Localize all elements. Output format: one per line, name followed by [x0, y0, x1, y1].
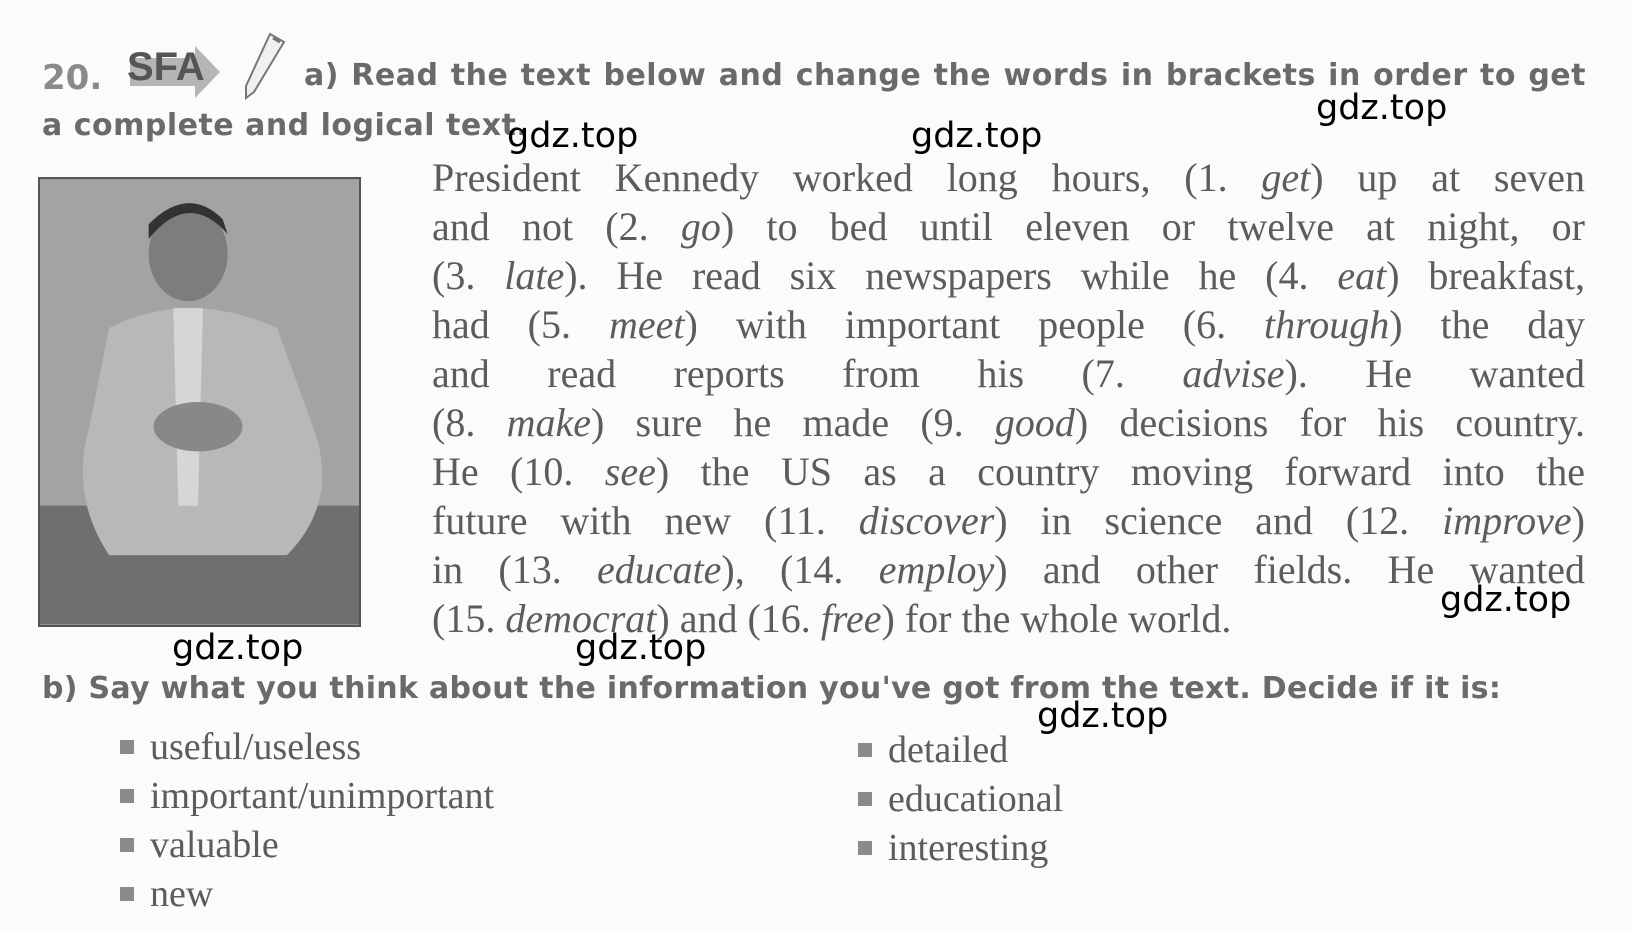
- bracket-word: see: [604, 449, 656, 494]
- bracket-word: get: [1261, 155, 1311, 200]
- text-segment: ): [1571, 498, 1585, 543]
- option-label: detailed: [888, 729, 1009, 771]
- pencil-icon: [245, 32, 286, 100]
- option-item: detailed: [858, 728, 1063, 772]
- paragraph-line: future with new (11. discover) in scienc…: [432, 496, 1585, 545]
- paragraph-line: He (10. see) the US as a country moving …: [432, 447, 1585, 496]
- text-segment: ) sure he made (9.: [590, 400, 995, 445]
- exercise-number: 20.: [42, 58, 103, 98]
- bracket-word: through: [1264, 302, 1390, 347]
- text-segment: ) with important people (6.: [684, 302, 1264, 347]
- text-segment: and read reports from his (7.: [432, 351, 1183, 396]
- text-segment: future with new (11.: [432, 498, 859, 543]
- square-bullet-icon: [120, 838, 134, 852]
- text-segment: ) to bed until eleven or twelve at night…: [720, 204, 1585, 249]
- paragraph-line: (8. make) sure he made (9. good) decisio…: [432, 398, 1585, 447]
- text-segment: (15.: [432, 596, 506, 641]
- bracket-word: educate: [597, 547, 722, 592]
- text-segment: ) decisions for his country.: [1074, 400, 1585, 445]
- svg-text:SFA: SFA: [127, 45, 205, 89]
- option-label: useful/useless: [150, 726, 362, 768]
- text-segment: ) breakfast,: [1386, 253, 1585, 298]
- bracket-word: discover: [858, 498, 995, 543]
- options-right-list: detailed educational interesting: [858, 728, 1063, 870]
- paragraph-line: and read reports from his (7. advise). H…: [432, 349, 1585, 398]
- option-item: interesting: [858, 826, 1063, 870]
- bracket-word: late: [504, 253, 565, 298]
- text-segment: ) the US as a country moving forward int…: [655, 449, 1585, 494]
- square-bullet-icon: [120, 887, 134, 901]
- text-segment: ) up at seven: [1310, 155, 1585, 200]
- paragraph-line: President Kennedy worked long hours, (1.…: [432, 153, 1585, 202]
- watermark: gdz.top: [1440, 580, 1572, 620]
- square-bullet-icon: [120, 740, 134, 754]
- paragraph-line: and not (2. go) to bed until eleven or t…: [432, 202, 1585, 251]
- options-left-list: useful/useless important/unimportant val…: [120, 725, 494, 916]
- watermark: gdz.top: [507, 116, 639, 156]
- paragraph-line: had (5. meet) with important people (6. …: [432, 300, 1585, 349]
- option-label: valuable: [150, 824, 279, 866]
- text-segment: in (13.: [432, 547, 598, 592]
- paragraph-line: (3. late). He read six newspapers while …: [432, 251, 1585, 300]
- option-item: valuable: [120, 823, 494, 867]
- square-bullet-icon: [858, 792, 872, 806]
- option-label: educational: [888, 778, 1064, 820]
- option-item: important/unimportant: [120, 774, 494, 818]
- option-item: educational: [858, 777, 1063, 821]
- bracket-word: employ: [878, 547, 995, 592]
- task-b-instruction: b) Say what you think about the informat…: [42, 671, 1502, 706]
- task-a-instruction-cont: a complete and logical text.: [42, 108, 529, 143]
- watermark: gdz.top: [575, 628, 707, 668]
- text-segment: (3.: [432, 253, 505, 298]
- bracket-word: eat: [1337, 253, 1387, 298]
- option-label: important/unimportant: [150, 775, 495, 817]
- bracket-word: make: [506, 400, 591, 445]
- bracket-word: free: [820, 596, 882, 641]
- bracket-word: advise: [1182, 351, 1285, 396]
- kennedy-photo: [38, 177, 361, 627]
- text-segment: (8.: [432, 400, 507, 445]
- text-segment: ). He wanted: [1284, 351, 1585, 396]
- bracket-word: good: [994, 400, 1075, 445]
- text-segment: ), (14.: [721, 547, 879, 592]
- square-bullet-icon: [858, 841, 872, 855]
- text-segment: President Kennedy worked long hours, (1.: [432, 155, 1262, 200]
- text-segment: and not (2.: [432, 204, 681, 249]
- watermark: gdz.top: [911, 116, 1043, 156]
- square-bullet-icon: [120, 789, 134, 803]
- square-bullet-icon: [858, 743, 872, 757]
- text-segment: had (5.: [432, 302, 609, 347]
- text-segment: He (10.: [432, 449, 605, 494]
- bracket-word: go: [680, 204, 721, 249]
- text-segment: ) in science and (12.: [994, 498, 1443, 543]
- watermark: gdz.top: [172, 628, 304, 668]
- bracket-word: improve: [1442, 498, 1572, 543]
- option-label: interesting: [888, 827, 1049, 869]
- option-item: new: [120, 872, 494, 916]
- paragraph-line: in (13. educate), (14. employ) and other…: [432, 545, 1585, 594]
- text-segment: ) for the whole world.: [881, 596, 1232, 641]
- option-item: useful/useless: [120, 725, 494, 769]
- watermark: gdz.top: [1037, 696, 1169, 736]
- option-label: new: [150, 873, 214, 915]
- text-segment: ). He read six newspapers while he (4.: [564, 253, 1338, 298]
- watermark: gdz.top: [1316, 88, 1448, 128]
- text-segment: ) the day: [1389, 302, 1585, 347]
- kennedy-figure-icon: [40, 179, 359, 625]
- kennedy-paragraph: President Kennedy worked long hours, (1.…: [432, 153, 1585, 643]
- sfa-arrow-icon: SFA: [127, 45, 220, 98]
- bracket-word: meet: [608, 302, 685, 347]
